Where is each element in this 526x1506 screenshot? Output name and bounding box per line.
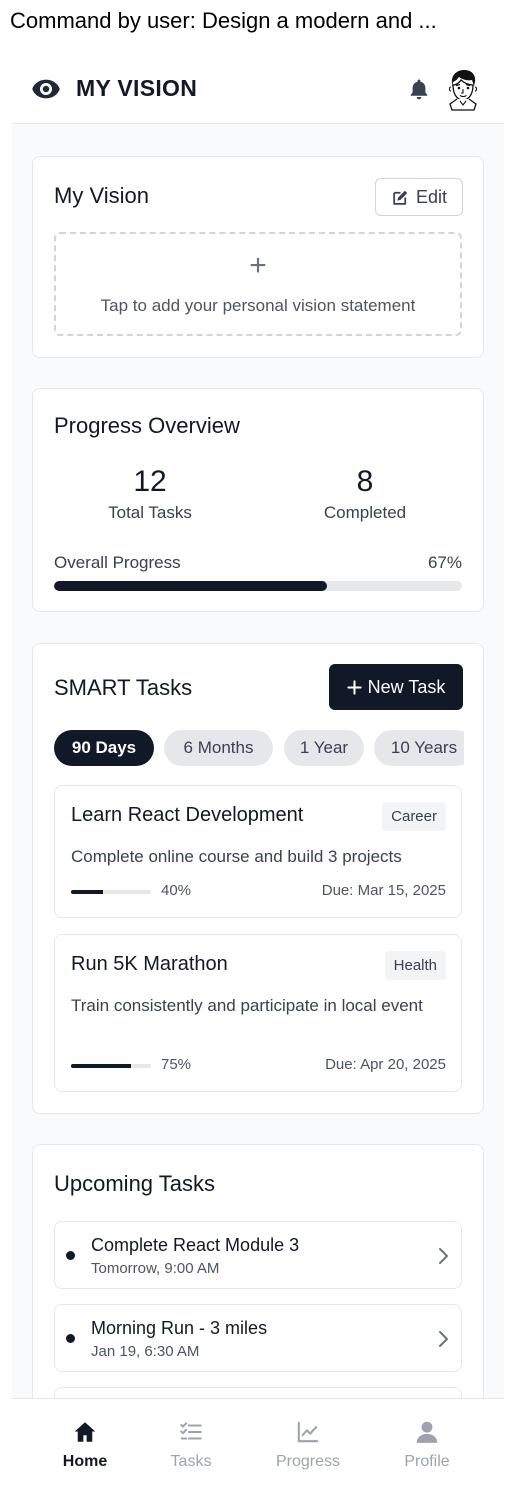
task-progress-percent: 40% <box>161 882 192 899</box>
task-progress-bar <box>71 1064 151 1068</box>
completed-value: 8 <box>356 465 374 498</box>
nav-label-home: Home <box>62 1453 108 1470</box>
task-due-date: Due: Apr 20, 2025 <box>325 1056 446 1073</box>
overall-progress-percent: 67% <box>427 553 462 572</box>
total-tasks-stat: 12 Total Tasks <box>60 465 240 523</box>
tab-1-year[interactable]: 1 Year <box>284 730 364 766</box>
total-tasks-label: Total Tasks <box>108 503 192 522</box>
top-app-bar: MY VISION <box>12 54 504 124</box>
overall-progress-label: Overall Progress <box>54 553 181 572</box>
nav-item-progress[interactable]: Progress <box>258 1419 358 1471</box>
overall-progress-fill <box>54 581 328 591</box>
upcoming-task-item[interactable]: Morning Run - 3 miles Jan 19, 6:30 AM <box>54 1304 462 1372</box>
chevron-right-icon <box>439 1248 448 1264</box>
nav-label-tasks: Tasks <box>170 1453 212 1470</box>
nav-label-profile: Profile <box>404 1453 450 1470</box>
bottom-navigation: Home Tasks Progress Profile <box>12 1398 504 1496</box>
upcoming-tasks-title: Upcoming Tasks <box>54 1171 215 1196</box>
new-task-button[interactable]: New Task <box>329 664 463 710</box>
command-caption: Command by user: Design a modern and ... <box>10 8 437 33</box>
vision-placeholder: Tap to add your personal vision statemen… <box>100 296 416 315</box>
upcoming-task-title: Complete React Module 3 <box>91 1235 300 1255</box>
new-task-label: New Task <box>367 676 446 697</box>
app-brand-title: MY VISION <box>76 75 198 101</box>
bullet-dot <box>66 1334 75 1343</box>
overall-progress-bar <box>54 581 462 591</box>
task-category-badge: Career <box>382 802 446 831</box>
task-progress-percent: 75% <box>161 1056 192 1073</box>
tab-6-months[interactable]: 6 Months <box>164 730 273 766</box>
plus-icon <box>347 679 362 695</box>
vision-card-title: My Vision <box>54 183 149 208</box>
task-progress-fill <box>71 1064 131 1068</box>
tab-90-days[interactable]: 90 Days <box>54 730 154 766</box>
task-category-badge: Health <box>384 951 446 980</box>
completed-stat: 8 Completed <box>275 465 455 523</box>
task-progress-fill <box>71 890 103 894</box>
task-description: Complete online course and build 3 proje… <box>71 847 402 866</box>
bullet-dot <box>66 1251 75 1260</box>
nav-item-profile[interactable]: Profile <box>377 1419 477 1471</box>
timeframe-tabs: 90 Days 6 Months 1 Year 10 Years <box>54 730 464 766</box>
upcoming-task-time: Tomorrow, 9:00 AM <box>91 1260 220 1277</box>
smart-tasks-card: SMART Tasks New Task 90 Days 6 Months 1 … <box>32 643 484 1114</box>
completed-label: Completed <box>323 503 407 522</box>
tab-10-years[interactable]: 10 Years <box>374 730 464 766</box>
smart-tasks-title: SMART Tasks <box>54 675 193 700</box>
total-tasks-value: 12 <box>133 465 167 498</box>
add-icon: + <box>249 249 267 282</box>
upcoming-task-title: Morning Run - 3 miles <box>91 1318 268 1338</box>
avatar[interactable] <box>443 67 483 111</box>
vision-card: My Vision Edit + Tap to add your persona… <box>32 156 484 358</box>
home-icon <box>74 1422 96 1442</box>
tasks-icon <box>180 1422 202 1440</box>
bell-icon[interactable] <box>407 77 431 101</box>
task-title: Learn React Development <box>71 804 304 826</box>
nav-item-tasks[interactable]: Tasks <box>141 1419 241 1471</box>
task-progress-bar <box>71 890 151 894</box>
user-icon <box>416 1421 438 1443</box>
upcoming-task-item[interactable]: Complete React Module 3 Tomorrow, 9:00 A… <box>54 1221 462 1289</box>
task-card[interactable]: Learn React Development Career Complete … <box>54 785 462 918</box>
chart-line-icon <box>297 1421 319 1443</box>
task-title: Run 5K Marathon <box>71 953 228 975</box>
chevron-right-icon <box>439 1331 448 1347</box>
edit-vision-label: Edit <box>415 186 448 207</box>
nav-item-home[interactable]: Home <box>35 1419 135 1471</box>
task-card[interactable]: Run 5K Marathon Health Train consistentl… <box>54 934 462 1092</box>
eye-icon <box>32 79 60 99</box>
vision-statement-dropzone[interactable]: + Tap to add your personal vision statem… <box>54 232 462 336</box>
edit-icon <box>393 190 408 205</box>
upcoming-task-time: Jan 19, 6:30 AM <box>91 1343 200 1360</box>
task-due-date: Due: Mar 15, 2025 <box>321 882 446 899</box>
progress-card-title: Progress Overview <box>54 413 240 438</box>
app-frame: MY VISION My Vision Edit + Tap to add yo… <box>12 54 504 1496</box>
nav-label-progress: Progress <box>275 1453 341 1470</box>
task-description: Train consistently and participate in lo… <box>71 996 423 1015</box>
edit-vision-button[interactable]: Edit <box>375 178 463 216</box>
progress-overview-card: Progress Overview 12 Total Tasks 8 Compl… <box>32 388 484 612</box>
